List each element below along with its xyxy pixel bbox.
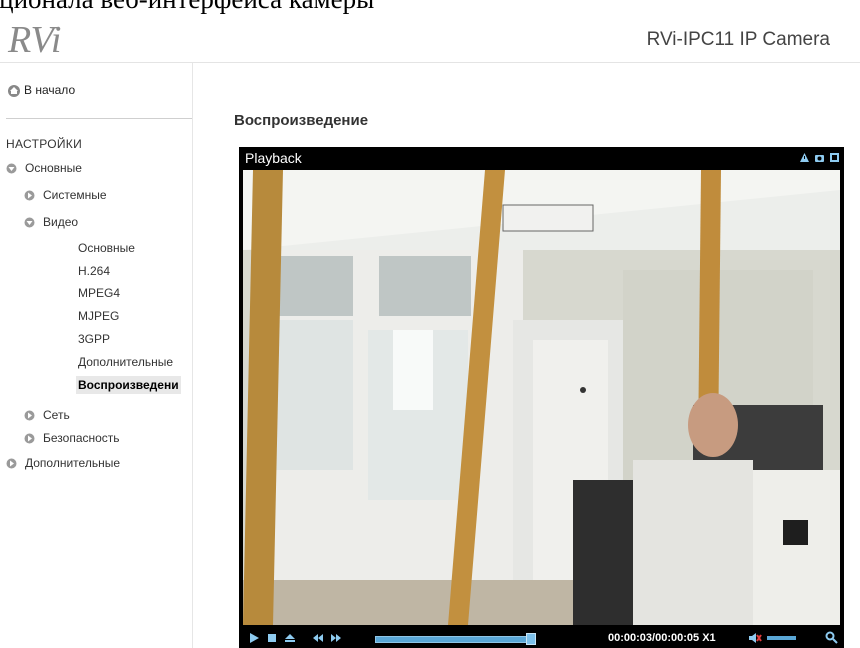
main-content: Воспроизведение Playback 00:00:03/00:00:… bbox=[193, 63, 860, 648]
home-link[interactable]: В начало bbox=[7, 83, 75, 97]
home-link-label: В начало bbox=[24, 83, 76, 97]
fast-forward-icon[interactable] bbox=[329, 632, 343, 644]
mute-icon[interactable] bbox=[748, 632, 762, 644]
sidebar-item-label: Сеть bbox=[43, 408, 70, 422]
sidebar-item-label: Безопасность bbox=[43, 431, 120, 445]
camera-title: RVi-IPC11 IP Camera bbox=[646, 29, 830, 50]
sidebar-item-sub[interactable]: 3GPP bbox=[78, 332, 110, 346]
sidebar-item-sub[interactable]: Дополнительные bbox=[78, 355, 173, 369]
sidebar-item-label: Воспроизведени bbox=[78, 378, 179, 392]
sidebar-item-sub[interactable]: H.264 bbox=[78, 264, 110, 278]
fullscreen-icon[interactable] bbox=[829, 152, 840, 163]
sidebar-item-label: Системные bbox=[43, 188, 107, 202]
header: RVi RVi-IPC11 IP Camera bbox=[0, 19, 860, 63]
sidebar-item-sub[interactable]: MJPEG bbox=[78, 309, 119, 323]
volume-slider[interactable] bbox=[767, 636, 796, 640]
stop-icon[interactable] bbox=[265, 632, 279, 644]
player-controls: 00:00:03/00:00:05 X1 bbox=[243, 628, 840, 648]
sidebar-item-label: Дополнительные bbox=[78, 355, 173, 369]
sidebar: В начало НАСТРОЙКИ Основные Системные Виде… bbox=[0, 63, 193, 648]
collapsed-arrow-icon bbox=[24, 410, 35, 420]
sidebar-item-group[interactable]: Видео bbox=[24, 215, 78, 229]
rvi-logo: RVi bbox=[7, 19, 61, 60]
sidebar-item-label: MPEG4 bbox=[78, 286, 121, 300]
sidebar-item-label: 3GPP bbox=[78, 332, 111, 346]
document-caption: кционала веб-интерфейса камеры bbox=[0, 0, 860, 24]
player-title: Playback bbox=[245, 150, 302, 166]
sidebar-item-label: Дополнительные bbox=[25, 456, 120, 470]
eject-icon[interactable] bbox=[283, 632, 297, 644]
rewind-icon[interactable] bbox=[311, 632, 325, 644]
player-toolbar bbox=[799, 152, 840, 163]
playback-progress-bar[interactable] bbox=[375, 636, 532, 643]
playback-time: 00:00:03/00:00:05 X1 bbox=[608, 632, 716, 644]
expanded-arrow-icon bbox=[24, 217, 35, 227]
expanded-arrow-icon bbox=[6, 163, 17, 173]
sidebar-item-group[interactable]: Системные bbox=[24, 188, 107, 202]
page-title: Воспроизведение bbox=[234, 112, 369, 129]
sidebar-item-label: Основные bbox=[78, 241, 135, 255]
home-icon bbox=[8, 85, 20, 97]
collapsed-arrow-icon bbox=[24, 433, 35, 443]
collapsed-arrow-icon bbox=[24, 190, 35, 200]
sidebar-item-group[interactable]: Сеть bbox=[24, 408, 70, 422]
svg-text:RVi: RVi bbox=[7, 19, 61, 60]
playback-progress-handle[interactable] bbox=[526, 633, 536, 645]
zoom-icon[interactable] bbox=[825, 631, 838, 644]
sidebar-item-label: MJPEG bbox=[78, 309, 120, 323]
sidebar-item-section[interactable]: Дополнительные bbox=[6, 456, 120, 470]
snapshot-icon[interactable] bbox=[814, 152, 825, 163]
collapsed-arrow-icon bbox=[6, 458, 17, 468]
sidebar-item-sub[interactable]: Основные bbox=[78, 241, 135, 255]
sidebar-item-label: Основные bbox=[25, 161, 82, 175]
sidebar-item-section[interactable]: Основные bbox=[6, 161, 82, 175]
sidebar-item-label: H.264 bbox=[78, 264, 111, 278]
settings-section-title: НАСТРОЙКИ bbox=[6, 137, 83, 151]
sidebar-divider bbox=[6, 118, 192, 119]
sidebar-item-sub[interactable]: Воспроизведени bbox=[76, 376, 181, 394]
warning-icon[interactable] bbox=[799, 152, 810, 163]
sidebar-item-label: Видео bbox=[43, 215, 79, 229]
video-frame bbox=[243, 170, 840, 625]
play-icon[interactable] bbox=[247, 632, 261, 644]
sidebar-item-sub[interactable]: MPEG4 bbox=[78, 286, 120, 300]
video-player: Playback 00:00:03/00:00:05 X1 bbox=[239, 147, 844, 648]
sidebar-item-group[interactable]: Безопасность bbox=[24, 431, 120, 445]
